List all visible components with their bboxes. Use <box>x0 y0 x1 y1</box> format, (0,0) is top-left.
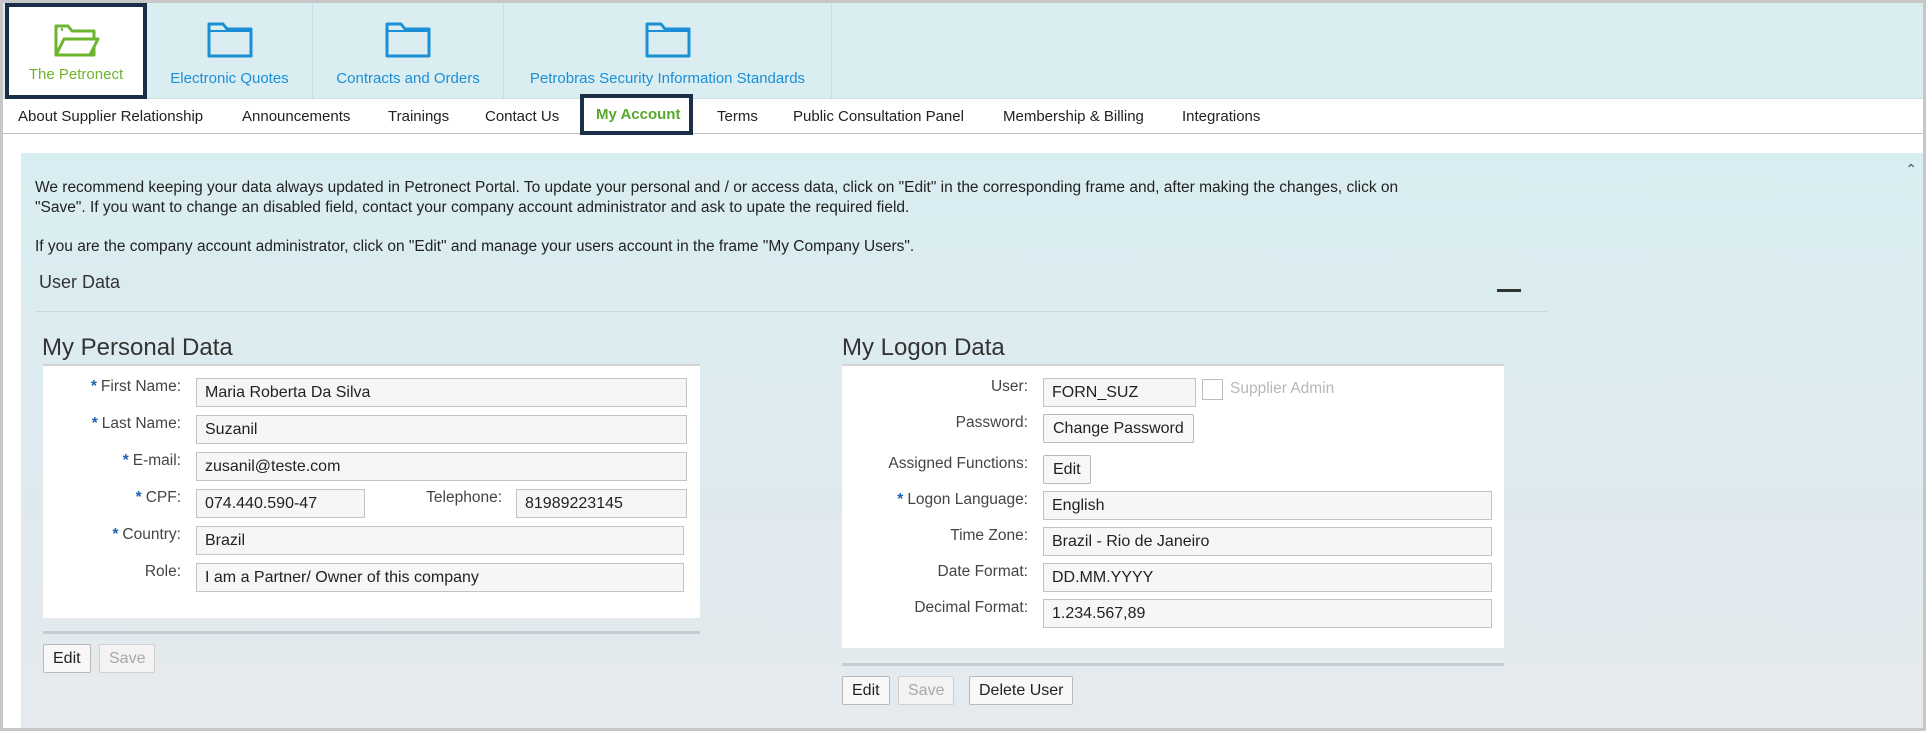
supplier-admin-label: Supplier Admin <box>1230 380 1335 397</box>
email-label: * E-mail: <box>122 452 181 469</box>
personal-save-button[interactable]: Save <box>99 644 156 673</box>
assigned-functions-edit-button[interactable]: Edit <box>1043 455 1091 484</box>
logon-data-title: My Logon Data <box>842 334 1005 361</box>
date-format-select[interactable]: DD.MM.YYYY <box>1043 563 1492 592</box>
divider <box>842 663 1504 666</box>
tab-contracts-and-orders[interactable]: Contracts and Orders <box>313 3 504 99</box>
decimal-format-select[interactable]: 1.234.567,89 <box>1043 599 1492 628</box>
supplier-admin-checkbox[interactable] <box>1202 379 1223 400</box>
logon-language-label: * Logon Language: <box>897 491 1028 508</box>
tab-label: Contracts and Orders <box>336 70 480 87</box>
country-select[interactable]: Brazil <box>196 526 684 555</box>
nav-about-supplier-relationship[interactable]: About Supplier Relationship <box>18 99 203 134</box>
logon-data-form: User: FORN_SUZ Supplier Admin Password: … <box>842 364 1504 648</box>
cpf-field[interactable]: 074.440.590-47 <box>196 489 365 518</box>
role-select[interactable]: I am a Partner/ Owner of this company <box>196 563 684 592</box>
nav-terms[interactable]: Terms <box>717 99 758 134</box>
nav-announcements[interactable]: Announcements <box>242 99 350 134</box>
time-zone-select[interactable]: Brazil - Rio de Janeiro <box>1043 527 1492 556</box>
logon-language-select[interactable]: English <box>1043 491 1492 520</box>
folder-icon <box>644 17 692 59</box>
sub-navigation: About Supplier Relationship Announcement… <box>3 94 1923 135</box>
first-name-label: * First Name: <box>90 378 181 395</box>
cpf-label: * CPF: <box>135 489 181 506</box>
tab-label: The Petronect <box>28 66 124 83</box>
tab-petrobras-security-standards[interactable]: Petrobras Security Information Standards <box>504 3 832 99</box>
nav-public-consultation-panel[interactable]: Public Consultation Panel <box>793 99 964 134</box>
divider <box>35 311 1547 312</box>
collapse-section-icon[interactable] <box>1497 289 1521 292</box>
role-label: Role: <box>144 563 181 580</box>
top-tab-bar: The Petronect Electronic Quotes Contract… <box>3 3 1923 99</box>
country-label: * Country: <box>112 526 181 543</box>
nav-membership-billing[interactable]: Membership & Billing <box>1003 99 1144 134</box>
email-field[interactable]: zusanil@teste.com <box>196 452 687 481</box>
logon-edit-button[interactable]: Edit <box>842 676 890 705</box>
nav-trainings[interactable]: Trainings <box>388 99 449 134</box>
user-label: User: <box>990 378 1028 395</box>
personal-data-title: My Personal Data <box>42 334 233 361</box>
tab-label: Electronic Quotes <box>170 70 289 87</box>
date-format-label: Date Format: <box>937 563 1028 580</box>
logon-save-button[interactable]: Save <box>898 676 955 705</box>
nav-contact-us[interactable]: Contact Us <box>485 99 559 134</box>
folder-icon <box>206 17 254 59</box>
tab-the-petronect[interactable]: The Petronect <box>5 3 147 99</box>
telephone-field[interactable]: 81989223145 <box>516 489 687 518</box>
intro-text-line: We recommend keeping your data always up… <box>35 179 1399 196</box>
time-zone-label: Time Zone: <box>950 527 1028 544</box>
decimal-format-label: Decimal Format: <box>914 599 1028 616</box>
my-account-content: ⌃ We recommend keeping your data always … <box>21 153 1923 728</box>
folder-icon <box>384 17 432 59</box>
last-name-label: * Last Name: <box>91 415 181 432</box>
folder-open-icon <box>52 17 100 59</box>
personal-data-form: * First Name: Maria Roberta Da Silva * Las… <box>43 364 700 618</box>
intro-text-line: If you are the company account administr… <box>35 238 915 255</box>
user-field[interactable]: FORN_SUZ <box>1043 378 1196 407</box>
last-name-field[interactable]: Suzanil <box>196 415 687 444</box>
change-password-button[interactable]: Change Password <box>1043 414 1194 443</box>
divider <box>43 631 700 634</box>
password-label: Password: <box>955 414 1028 431</box>
tab-label: Petrobras Security Information Standards <box>529 70 806 87</box>
nav-my-account[interactable]: My Account <box>580 94 693 135</box>
first-name-field[interactable]: Maria Roberta Da Silva <box>196 378 687 407</box>
nav-integrations[interactable]: Integrations <box>1182 99 1260 134</box>
assigned-functions-label: Assigned Functions: <box>888 455 1028 472</box>
scroll-up-icon[interactable]: ⌃ <box>1905 161 1917 178</box>
personal-edit-button[interactable]: Edit <box>43 644 91 673</box>
user-data-title: User Data <box>39 272 121 292</box>
intro-text-line: "Save". If you want to change an disable… <box>35 199 910 216</box>
app-window: The Petronect Electronic Quotes Contract… <box>0 0 1926 731</box>
delete-user-button[interactable]: Delete User <box>969 676 1074 705</box>
tab-electronic-quotes[interactable]: Electronic Quotes <box>147 3 313 99</box>
telephone-label: Telephone: <box>426 489 502 506</box>
